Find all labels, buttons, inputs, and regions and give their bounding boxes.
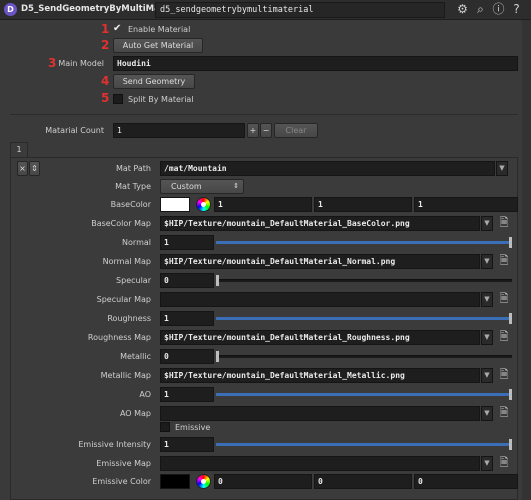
move-instance-icon[interactable]: ⇕ — [29, 161, 40, 176]
clear-button[interactable]: Clear — [274, 123, 318, 138]
color-wheel-icon[interactable] — [196, 197, 211, 212]
main-model-field[interactable]: Houdini — [113, 56, 518, 71]
normal-slider[interactable] — [216, 235, 516, 250]
roughness-map-field[interactable]: $HIP/Texture/mountain_DefaultMaterial_Ro… — [160, 330, 480, 345]
roughness-slider[interactable] — [216, 311, 516, 326]
emissive-color-label: Emissive Color — [92, 477, 151, 486]
split-by-material-checkbox[interactable] — [113, 94, 123, 104]
file-browse-icon[interactable]: 🗎 — [498, 254, 510, 268]
emissive-color-g-field[interactable]: 0 — [314, 474, 412, 489]
basecolor-map-field[interactable]: $HIP/Texture/mountain_DefaultMaterial_Ba… — [160, 216, 480, 231]
emissive-label: Emissive — [175, 423, 211, 432]
emissive-map-field[interactable] — [160, 456, 480, 471]
roughness-field[interactable]: 1 — [160, 311, 214, 326]
basecolor-map-dropdown-icon[interactable]: ▼ — [481, 216, 493, 231]
emissive-checkbox[interactable] — [160, 422, 170, 432]
ao-label: AO — [139, 390, 151, 399]
metallic-map-dropdown-icon[interactable]: ▼ — [481, 368, 493, 383]
specular-map-field[interactable] — [160, 292, 480, 307]
basecolor-map-label: BaseColor Map — [91, 219, 151, 228]
normal-map-dropdown-icon[interactable]: ▼ — [481, 254, 493, 269]
emissive-map-dropdown-icon[interactable]: ▼ — [481, 456, 493, 471]
send-geometry-button[interactable]: Send Geometry — [113, 74, 195, 89]
metallic-map-field[interactable]: $HIP/Texture/mountain_DefaultMaterial_Me… — [160, 368, 480, 383]
node-name-field[interactable]: d5_sendgeometrybymultimaterial — [155, 2, 445, 18]
info-icon[interactable]: ⓘ — [491, 2, 506, 17]
mat-type-select[interactable]: Custom ⇕ — [160, 179, 244, 194]
basecolor-swatch[interactable] — [160, 197, 190, 212]
remove-instance-icon[interactable]: × — [17, 161, 28, 176]
basecolor-label: BaseColor — [110, 200, 151, 209]
chevron-updown-icon: ⇕ — [233, 182, 239, 190]
mat-type-value: Custom — [171, 182, 202, 191]
scrollbar[interactable] — [522, 20, 531, 500]
help-icon[interactable]: ? — [509, 2, 524, 17]
color-wheel-icon[interactable] — [196, 474, 211, 489]
material-count-label: Matarial Count — [45, 126, 104, 135]
metallic-field[interactable]: 0 — [160, 349, 214, 364]
file-browse-icon[interactable]: 🗎 — [498, 330, 510, 344]
emissive-color-swatch[interactable] — [160, 474, 190, 489]
mat-path-field[interactable]: /mat/Mountain — [160, 161, 495, 176]
metallic-map-label: Metallic Map — [100, 371, 151, 380]
remove-instance-button[interactable]: − — [260, 123, 272, 138]
normal-label: Normal — [122, 238, 151, 247]
basecolor-r-field[interactable]: 1 — [214, 197, 312, 212]
specular-map-dropdown-icon[interactable]: ▼ — [481, 292, 493, 307]
emissive-color-r-field[interactable]: 0 — [214, 474, 312, 489]
basecolor-b-field[interactable]: 1 — [414, 197, 518, 212]
ao-map-dropdown-icon[interactable]: ▼ — [481, 406, 493, 421]
mat-path-label: Mat Path — [115, 164, 151, 173]
specular-label: Specular — [116, 276, 151, 285]
emissive-intensity-field[interactable]: 1 — [160, 437, 214, 452]
normal-map-label: Normal Map — [102, 257, 151, 266]
mat-type-label: Mat Type — [115, 182, 151, 191]
annotation-4: 4 — [101, 74, 110, 88]
emissive-map-label: Emissive Map — [96, 459, 151, 468]
specular-map-label: Specular Map — [96, 295, 151, 304]
emissive-color-b-field[interactable]: 0 — [414, 474, 518, 489]
specular-slider[interactable] — [216, 273, 516, 288]
metallic-label: Metallic — [120, 352, 151, 361]
ao-slider[interactable] — [216, 387, 516, 402]
annotation-5: 5 — [101, 91, 110, 105]
normal-map-field[interactable]: $HIP/Texture/mountain_DefaultMaterial_No… — [160, 254, 480, 269]
roughness-map-label: Roughness Map — [87, 333, 151, 342]
enable-material-checkbox[interactable]: ✔ — [113, 23, 121, 34]
file-browse-icon[interactable]: 🗎 — [498, 406, 510, 420]
metallic-slider[interactable] — [216, 349, 516, 364]
parameter-pane-header: D D5_SendGeometryByMultiMaterial d5_send… — [0, 0, 531, 20]
node-type-icon: D — [4, 3, 17, 16]
file-browse-icon[interactable]: 🗎 — [498, 368, 510, 382]
file-browse-icon[interactable]: 🗎 — [498, 216, 510, 230]
auto-get-material-button[interactable]: Auto Get Material — [113, 38, 203, 53]
mat-path-dropdown-icon[interactable]: ▼ — [496, 161, 508, 176]
file-browse-icon[interactable]: 🗎 — [498, 292, 510, 306]
split-by-material-label: Split By Material — [128, 95, 194, 104]
ao-field[interactable]: 1 — [160, 387, 214, 402]
separator — [10, 114, 518, 115]
specular-field[interactable]: 0 — [160, 273, 214, 288]
roughness-map-dropdown-icon[interactable]: ▼ — [481, 330, 493, 345]
search-icon[interactable]: ⌕ — [473, 2, 488, 17]
normal-field[interactable]: 1 — [160, 235, 214, 250]
ao-map-label: AO Map — [119, 409, 151, 418]
annotation-1: 1 — [101, 22, 110, 36]
emissive-intensity-label: Emissive Intensity — [78, 440, 151, 449]
file-browse-icon[interactable]: 🗎 — [498, 456, 510, 470]
tab-1[interactable]: 1 — [10, 142, 28, 158]
gear-icon[interactable]: ⚙ — [455, 2, 470, 17]
material-count-field[interactable]: 1 — [113, 123, 245, 138]
emissive-intensity-slider[interactable] — [216, 437, 516, 452]
enable-material-label: Enable Material — [128, 25, 191, 34]
annotation-2: 2 — [101, 38, 110, 52]
roughness-label: Roughness — [107, 314, 151, 323]
add-instance-button[interactable]: + — [247, 123, 259, 138]
basecolor-g-field[interactable]: 1 — [314, 197, 412, 212]
ao-map-field[interactable] — [160, 406, 480, 421]
main-model-label: Main Model — [58, 59, 104, 68]
